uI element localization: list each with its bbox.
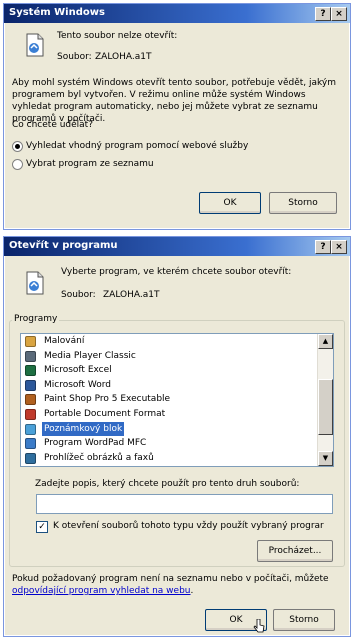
- help-button[interactable]: ?: [315, 240, 331, 254]
- scroll-thumb[interactable]: [318, 379, 333, 435]
- description-text: Aby mohl systém Windows otevřít tento so…: [12, 78, 336, 124]
- title-bar[interactable]: Otevřít v programu ? ×: [4, 237, 350, 256]
- description-label: Zadejte popis, který chcete použít pro t…: [35, 479, 300, 489]
- document-icon: [26, 33, 44, 57]
- file-name: ZALOHA.a1T: [95, 52, 152, 62]
- open-with-dialog: Otevřít v programu ? × Vyberte program, …: [3, 236, 351, 637]
- title-bar[interactable]: Systém Windows ? ×: [4, 4, 350, 23]
- message-text: Tento soubor nelze otevřít:: [57, 31, 178, 41]
- program-list-item-label: Microsoft Excel: [44, 365, 112, 376]
- program-list-item[interactable]: Poznámkový blok: [21, 421, 333, 437]
- footer-link-wrap: odpovídající program vyhledat na webu.: [12, 586, 193, 596]
- program-list-item-label: Malování: [44, 336, 85, 346]
- browse-button[interactable]: Procházet...: [257, 540, 333, 562]
- ok-button[interactable]: OK: [199, 192, 261, 214]
- radio-choose-list-label[interactable]: Vybrat program ze seznamu: [26, 159, 154, 169]
- program-list-item[interactable]: Program WordPad MFC: [21, 436, 333, 451]
- always-use-label[interactable]: K otevření souborů tohoto typu vždy použ…: [53, 521, 324, 531]
- dialog-title: Systém Windows: [9, 7, 105, 18]
- windows-dialog: Systém Windows ? × Tento soubor nelze ot…: [3, 3, 351, 230]
- close-button[interactable]: ×: [331, 240, 347, 254]
- program-list-item-label: Prohlížeč obrázků a faxů: [44, 452, 154, 463]
- program-list-item[interactable]: Media Player Classic: [21, 349, 333, 364]
- file-label: Soubor:: [57, 52, 92, 62]
- word-icon: [25, 379, 36, 391]
- excel-icon: [25, 365, 36, 377]
- program-list-item[interactable]: Microsoft Excel: [21, 363, 333, 378]
- program-list-item[interactable]: Microsoft Word: [21, 378, 333, 393]
- paint-icon: [25, 336, 36, 347]
- web-search-link[interactable]: odpovídající program vyhledat na webu: [12, 586, 191, 596]
- scroll-down-arrow-icon[interactable]: ▼: [318, 451, 333, 466]
- program-list-item-label: Poznámkový blok: [42, 421, 125, 437]
- programs-group-label: Programy: [12, 314, 60, 324]
- list-scrollbar[interactable]: ▲ ▼: [317, 334, 333, 466]
- radio-choose-list[interactable]: [12, 159, 23, 170]
- program-list-item-label: Microsoft Word: [44, 379, 111, 390]
- footer-end: .: [190, 586, 194, 596]
- program-list-items: Malování Media Player Classic Microsoft Ex…: [21, 334, 333, 465]
- radio-web-search[interactable]: [12, 141, 23, 152]
- pdf-icon: [25, 408, 36, 420]
- program-list-item[interactable]: Malování: [21, 334, 333, 349]
- program-list-item-label: Media Player Classic: [44, 350, 136, 361]
- dialog-title: Otevřít v programu: [9, 240, 118, 251]
- always-use-checkbox[interactable]: ✓: [36, 521, 48, 533]
- scroll-up-arrow-icon[interactable]: ▲: [318, 334, 333, 349]
- description-input[interactable]: [36, 494, 333, 514]
- program-list-item[interactable]: Prohlížeč obrázků a faxů: [21, 451, 333, 466]
- mouse-cursor-icon: [253, 619, 265, 633]
- paint-shop-pro-icon: [25, 394, 36, 406]
- media-player-icon: [25, 350, 36, 362]
- program-list-item-label: Program WordPad MFC: [44, 438, 147, 449]
- instruction-text: Vyberte program, ve kterém chcete soubor…: [61, 267, 292, 277]
- question-text: Co chcete udělat?: [12, 120, 93, 130]
- cancel-button[interactable]: Storno: [273, 609, 335, 631]
- program-list-item-label: Portable Document Format: [44, 408, 166, 419]
- close-button[interactable]: ×: [331, 7, 347, 21]
- document-icon: [26, 271, 44, 295]
- file-label: Soubor:: [61, 290, 96, 300]
- wordpad-icon: [25, 438, 36, 450]
- footer-text: Pokud požadovaný program není na seznamu…: [12, 574, 329, 584]
- notepad-icon: [25, 423, 36, 435]
- cancel-button[interactable]: Storno: [269, 192, 337, 214]
- radio-web-search-label[interactable]: Vyhledat vhodný program pomocí webové sl…: [26, 141, 248, 151]
- program-list[interactable]: Malování Media Player Classic Microsoft Ex…: [20, 333, 334, 467]
- help-button[interactable]: ?: [315, 7, 331, 21]
- program-list-item[interactable]: Paint Shop Pro 5 Executable: [21, 392, 333, 407]
- file-name: ZALOHA.a1T: [103, 290, 160, 300]
- program-list-item-label: Paint Shop Pro 5 Executable: [44, 394, 171, 405]
- image-viewer-icon: [25, 452, 36, 464]
- program-list-item[interactable]: Portable Document Format: [21, 407, 333, 422]
